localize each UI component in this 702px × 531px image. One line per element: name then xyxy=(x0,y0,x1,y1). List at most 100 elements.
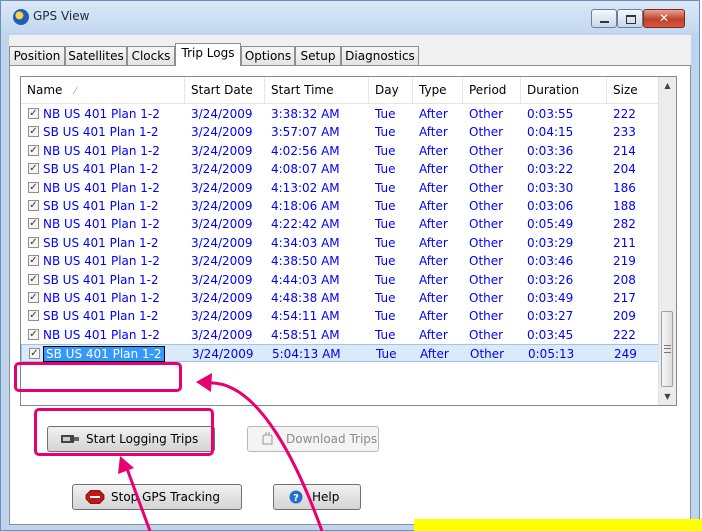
cell-period: Other xyxy=(469,327,504,342)
cell-duration: 0:03:06 xyxy=(527,199,574,213)
table-row[interactable]: ✓ SB US 401 Plan 1-2 3/24/2009 4:08:07 AM Tu… xyxy=(21,160,659,178)
stop-gps-tracking-button[interactable]: Stop GPS Tracking xyxy=(72,484,242,510)
row-checkbox[interactable]: ✓ xyxy=(28,200,39,211)
tab-clocks[interactable]: Clocks xyxy=(127,46,175,65)
close-icon: ✕ xyxy=(658,11,670,25)
row-checkbox[interactable]: ✓ xyxy=(28,236,39,248)
maximize-button[interactable] xyxy=(617,9,643,28)
sort-indicator-icon: ⁄ xyxy=(74,86,77,97)
row-checkbox[interactable]: ✓ xyxy=(28,144,39,156)
gps-globe-icon xyxy=(13,9,29,25)
scroll-up-arrow-icon[interactable]: ▲ xyxy=(659,77,676,94)
tab-trip-logs[interactable]: Trip Logs xyxy=(175,43,241,66)
table-row[interactable]: ✓ SB US 401 Plan 1-2 3/24/2009 5:04:13 AM Tu… xyxy=(21,344,659,363)
cell-start-date: 3/24/2009 xyxy=(191,107,253,121)
table-row[interactable]: ✓ SB US 401 Plan 1-2 3/24/2009 4:34:03 AM Tu… xyxy=(21,234,659,252)
tab-options[interactable]: Options xyxy=(241,46,295,65)
column-header-period[interactable]: Period xyxy=(463,77,521,103)
table-row[interactable]: ✓ NB US 401 Plan 1-2 3/24/2009 4:13:02 AM Tu… xyxy=(21,179,659,197)
row-checkbox[interactable]: ✓ xyxy=(28,126,39,138)
scroll-thumb[interactable] xyxy=(661,311,673,387)
cell-start-date: 3/24/2009 xyxy=(191,254,253,269)
column-header-size[interactable]: Size xyxy=(607,77,659,103)
row-checkbox[interactable]: ✓ xyxy=(28,292,39,303)
cell-duration: 0:03:55 xyxy=(527,107,574,121)
cell-start-date: 3/24/2009 xyxy=(191,125,253,140)
table-row[interactable]: ✓ NB US 401 Plan 1-2 3/24/2009 4:22:42 AM Tu… xyxy=(21,215,659,233)
trip-log-list[interactable]: Name ⁄ Start Date Start Time Day Type Period Du… xyxy=(20,76,677,406)
row-checkbox[interactable]: ✓ xyxy=(29,348,40,360)
row-checkbox[interactable]: ✓ xyxy=(28,108,39,119)
row-checkbox[interactable]: ✓ xyxy=(28,255,39,267)
column-header-start-time[interactable]: Start Time xyxy=(265,77,369,103)
cell-size: 209 xyxy=(613,309,636,324)
table-row[interactable]: ✓ SB US 401 Plan 1-2 3/24/2009 3:57:07 AM Tu… xyxy=(21,123,659,141)
cell-start-date: 3/24/2009 xyxy=(191,217,253,232)
table-row[interactable]: ✓ NB US 401 Plan 1-2 3/24/2009 4:48:38 AM Tu… xyxy=(21,289,659,307)
cell-size: 219 xyxy=(613,254,636,269)
tab-position[interactable]: Position xyxy=(9,46,65,65)
download-trips-button[interactable]: Download Trips xyxy=(247,426,379,452)
table-row[interactable]: ✓ SB US 401 Plan 1-2 3/24/2009 4:18:06 AM Tu… xyxy=(21,197,659,215)
column-header-start-date[interactable]: Start Date xyxy=(185,77,265,103)
cell-name: SB US 401 Plan 1-2 xyxy=(43,125,159,140)
cell-name: SB US 401 Plan 1-2 xyxy=(43,235,159,250)
cell-size: 222 xyxy=(613,107,636,121)
close-button[interactable]: ✕ xyxy=(643,9,685,28)
cell-start-date: 3/24/2009 xyxy=(191,235,253,250)
cell-start-time: 3:57:07 AM xyxy=(271,125,340,140)
column-header-duration[interactable]: Duration xyxy=(521,77,607,103)
column-header-label: Duration xyxy=(527,83,580,97)
row-checkbox[interactable]: ✓ xyxy=(28,181,39,193)
tab-setup[interactable]: Setup xyxy=(295,46,341,65)
column-header-type[interactable]: Type xyxy=(413,77,463,103)
cell-duration: 0:03:22 xyxy=(527,162,574,177)
table-row[interactable]: ✓ SB US 401 Plan 1-2 3/24/2009 4:44:03 AM Tu… xyxy=(21,271,659,289)
cell-size: 204 xyxy=(613,162,636,177)
cell-day: Tue xyxy=(375,143,396,158)
row-checkbox[interactable]: ✓ xyxy=(28,273,39,285)
tab-satellites[interactable]: Satellites xyxy=(65,46,127,65)
cell-name: NB US 401 Plan 1-2 xyxy=(43,180,160,195)
title-bar[interactable]: GPS View ✕ xyxy=(1,1,699,33)
name-edit-field[interactable]: SB US 401 Plan 1-2 xyxy=(43,346,165,363)
row-checkbox[interactable]: ✓ xyxy=(28,328,39,340)
stop-gps-tracking-label: Stop GPS Tracking xyxy=(111,490,221,504)
column-header-name[interactable]: Name ⁄ xyxy=(21,77,185,103)
table-row[interactable]: ✓ NB US 401 Plan 1-2 3/24/2009 4:58:51 AM Tu… xyxy=(21,326,659,344)
cell-type: After xyxy=(419,162,448,177)
cell-day: Tue xyxy=(375,107,396,121)
cell-size: 249 xyxy=(614,347,637,362)
cell-period: Other xyxy=(469,107,504,121)
cell-type: After xyxy=(419,180,448,195)
cell-type: After xyxy=(419,125,448,140)
column-header-label: Day xyxy=(375,83,399,97)
column-header-label: Type xyxy=(419,83,447,97)
cell-period: Other xyxy=(470,347,505,362)
minimize-button[interactable] xyxy=(591,9,617,28)
table-row[interactable]: ✓ NB US 401 Plan 1-2 3/24/2009 3:38:32 AM Tu… xyxy=(21,105,659,123)
grip-icon xyxy=(664,345,671,353)
table-row[interactable]: ✓ NB US 401 Plan 1-2 3/24/2009 4:38:50 AM Tu… xyxy=(21,252,659,270)
cell-type: After xyxy=(420,347,449,362)
cell-duration: 0:03:27 xyxy=(527,309,574,324)
cell-start-time: 5:04:13 AM xyxy=(272,347,341,362)
row-checkbox[interactable]: ✓ xyxy=(28,310,39,322)
column-header-day[interactable]: Day xyxy=(369,77,413,103)
vertical-scrollbar[interactable]: ▲ ▼ xyxy=(658,77,676,405)
cell-size: 208 xyxy=(613,272,636,287)
row-checkbox[interactable]: ✓ xyxy=(28,218,39,230)
column-header-label: Name xyxy=(27,83,63,97)
svg-text:?: ? xyxy=(293,493,299,504)
table-row[interactable]: ✓ SB US 401 Plan 1-2 3/24/2009 4:54:11 AM Tu… xyxy=(21,307,659,325)
cell-name: NB US 401 Plan 1-2 xyxy=(43,291,160,305)
row-checkbox[interactable]: ✓ xyxy=(28,163,39,175)
cell-size: 214 xyxy=(613,143,636,158)
table-row[interactable]: ✓ NB US 401 Plan 1-2 3/24/2009 4:02:56 AM Tu… xyxy=(21,142,659,160)
tab-diagnostics[interactable]: Diagnostics xyxy=(341,46,419,65)
cell-size: 217 xyxy=(613,291,636,305)
cell-period: Other xyxy=(469,125,504,140)
scroll-down-arrow-icon[interactable]: ▼ xyxy=(659,388,676,405)
cell-start-date: 3/24/2009 xyxy=(191,291,253,305)
help-button[interactable]: ? Help xyxy=(273,484,361,510)
